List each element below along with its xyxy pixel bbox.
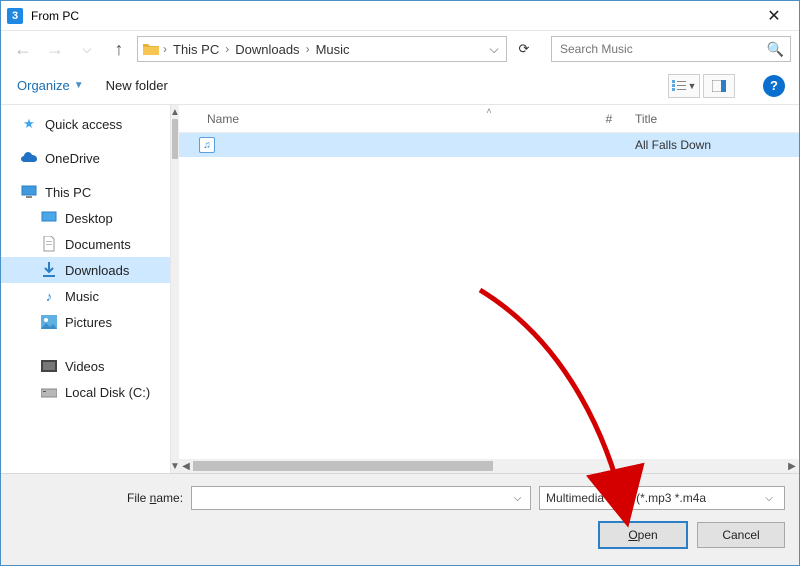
scroll-up-arrow[interactable]: ▲: [171, 105, 179, 119]
preview-pane-button[interactable]: [703, 74, 735, 98]
star-icon: ★: [21, 116, 37, 132]
cell-name: ♫: [179, 137, 589, 153]
file-row[interactable]: ♫ All Falls Down: [179, 133, 799, 157]
sidebar-item-label: Downloads: [65, 263, 129, 278]
chevron-right-icon: ›: [162, 42, 168, 56]
filename-row: File name: ⌵ Multimedia Files (*.mp3 *.m…: [127, 486, 785, 510]
sidebar-item-documents[interactable]: Documents: [1, 231, 170, 257]
music-icon: ♪: [41, 288, 57, 304]
forward-button[interactable]: →: [41, 35, 69, 63]
chevron-right-icon: ›: [305, 42, 311, 56]
chevron-down-icon: ▼: [688, 81, 697, 91]
cancel-button[interactable]: Cancel: [697, 522, 785, 548]
sidebar-item-label: Videos: [65, 359, 105, 374]
sidebar-item-music[interactable]: ♪ Music: [1, 283, 170, 309]
new-folder-button[interactable]: New folder: [104, 74, 170, 97]
dialog-body: ★ Quick access OneDrive This PC: [1, 105, 799, 473]
download-icon: [41, 262, 57, 278]
sidebar-item-label: This PC: [45, 185, 91, 200]
sidebar-item-downloads[interactable]: Downloads: [1, 257, 170, 283]
chevron-down-icon: ▼: [74, 80, 84, 91]
recent-dropdown[interactable]: ⌵: [73, 35, 101, 63]
sidebar-item-label: Music: [65, 289, 99, 304]
sidebar-item-local-disk-c[interactable]: Local Disk (C:): [1, 379, 170, 405]
sort-indicator-icon: ˄: [486, 106, 491, 116]
organize-label: Organize: [17, 78, 70, 93]
column-title[interactable]: Title: [629, 112, 799, 126]
view-mode-button[interactable]: ▼: [668, 74, 700, 98]
chevron-down-icon: ⌵: [760, 493, 778, 504]
horizontal-scrollbar[interactable]: ◀ ▶: [179, 459, 799, 473]
audio-file-icon: ♫: [199, 137, 215, 153]
picture-icon: [41, 314, 57, 330]
breadcrumb-music[interactable]: Music: [313, 38, 353, 60]
titlebar: 3 From PC ✕: [1, 1, 799, 31]
scroll-thumb[interactable]: [193, 461, 493, 471]
column-track-number[interactable]: #: [589, 112, 629, 126]
navigation-pane: ★ Quick access OneDrive This PC: [1, 105, 171, 473]
open-button[interactable]: Open: [599, 522, 687, 548]
scroll-thumb[interactable]: [172, 119, 178, 159]
window-title: From PC: [31, 9, 79, 23]
sidebar-item-quick-access[interactable]: ★ Quick access: [1, 111, 170, 137]
search-icon: 🔍: [767, 41, 784, 58]
view-controls: ▼: [668, 74, 735, 98]
chevron-right-icon: ›: [224, 42, 230, 56]
scroll-down-arrow[interactable]: ▼: [171, 459, 179, 473]
toolbar: Organize ▼ New folder ▼ ?: [1, 67, 799, 105]
scroll-track[interactable]: [193, 460, 785, 472]
video-icon: [41, 358, 57, 374]
file-list-pane: ˄ Name # Title ♫ All Falls Down ◀: [179, 105, 799, 473]
scroll-right-arrow[interactable]: ▶: [785, 461, 799, 472]
sidebar-item-this-pc[interactable]: This PC: [1, 179, 170, 205]
cell-title: All Falls Down: [629, 138, 799, 152]
navpane-scrollbar[interactable]: ▲ ▼: [171, 105, 179, 473]
search-box[interactable]: 🔍: [551, 36, 791, 62]
column-headers[interactable]: ˄ Name # Title: [179, 105, 799, 133]
sidebar-item-onedrive[interactable]: OneDrive: [1, 145, 170, 171]
desktop-icon: [41, 210, 57, 226]
breadcrumb-downloads[interactable]: Downloads: [232, 38, 302, 60]
filetype-select[interactable]: Multimedia Files (*.mp3 *.m4a ⌵: [539, 486, 785, 510]
dialog-footer: File name: ⌵ Multimedia Files (*.mp3 *.m…: [1, 473, 799, 565]
refresh-button[interactable]: ⟳: [511, 36, 537, 62]
filename-label: File name:: [127, 491, 183, 505]
close-button[interactable]: ✕: [751, 1, 797, 31]
cloud-icon: [21, 150, 37, 166]
app-icon: 3: [7, 8, 23, 24]
sidebar-item-label: Documents: [65, 237, 131, 252]
new-folder-label: New folder: [106, 78, 168, 93]
chevron-down-icon[interactable]: ⌵: [509, 493, 526, 504]
sidebar-item-pictures[interactable]: Pictures: [1, 309, 170, 335]
file-open-dialog: 3 From PC ✕ ← → ⌵ ↑ › This PC › Download…: [0, 0, 800, 566]
navigation-row: ← → ⌵ ↑ › This PC › Downloads › Music ⌵ …: [1, 31, 799, 67]
scroll-left-arrow[interactable]: ◀: [179, 461, 193, 472]
column-name[interactable]: Name: [179, 112, 589, 126]
sidebar-item-label: Pictures: [65, 315, 112, 330]
organize-button[interactable]: Organize ▼: [15, 74, 86, 97]
sidebar-item-label: Local Disk (C:): [65, 385, 150, 400]
back-button[interactable]: ←: [9, 35, 37, 63]
file-list: ♫ All Falls Down: [179, 133, 799, 459]
search-input[interactable]: [558, 41, 767, 57]
address-bar[interactable]: › This PC › Downloads › Music ⌵: [137, 36, 507, 62]
monitor-icon: [21, 184, 37, 200]
breadcrumb-this-pc[interactable]: This PC: [170, 38, 222, 60]
help-button[interactable]: ?: [763, 75, 785, 97]
scroll-track[interactable]: [171, 119, 179, 459]
filetype-label: Multimedia Files (*.mp3 *.m4a: [546, 491, 706, 505]
sidebar-item-label: Desktop: [65, 211, 113, 226]
button-row: Open Cancel: [15, 522, 785, 548]
sidebar-item-label: OneDrive: [45, 151, 100, 166]
sidebar-item-desktop[interactable]: Desktop: [1, 205, 170, 231]
filename-input-wrapper[interactable]: ⌵: [191, 486, 531, 510]
document-icon: [41, 236, 57, 252]
sidebar-item-videos[interactable]: Videos: [1, 353, 170, 379]
disk-icon: [41, 384, 57, 400]
filename-input[interactable]: [196, 490, 509, 506]
sidebar-item-label: Quick access: [45, 117, 122, 132]
folder-icon: [142, 40, 160, 58]
address-dropdown[interactable]: ⌵: [486, 42, 502, 57]
up-button[interactable]: ↑: [105, 35, 133, 63]
